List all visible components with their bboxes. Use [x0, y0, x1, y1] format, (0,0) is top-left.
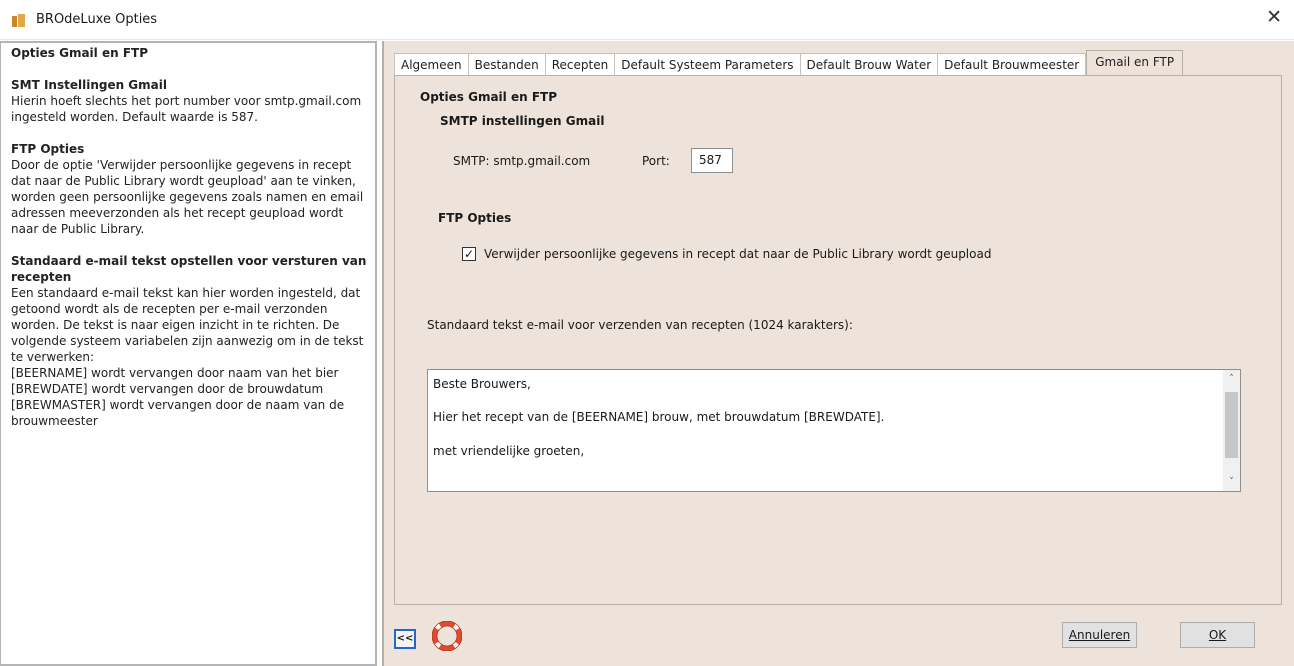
- help-ftp-title: FTP Opties: [11, 142, 85, 156]
- email-text-area[interactable]: Beste Brouwers, Hier het recept van de […: [427, 369, 1241, 492]
- remove-personal-data-label[interactable]: Verwijder persoonlijke gegevens in recep…: [484, 247, 991, 261]
- help-ftp-line: Door de optie 'Verwijder persoonlijke ge…: [11, 158, 352, 172]
- window-title: BROdeLuxe Opties: [36, 12, 158, 27]
- email-line: met vriendelijke groeten,: [433, 444, 585, 458]
- smtp-section-title: SMTP instellingen Gmail: [440, 114, 605, 128]
- tab-page-gmail-ftp: Opties Gmail en FTP SMTP instellingen Gm…: [394, 75, 1282, 605]
- email-line: Hier het recept van de [BEERNAME] brouw,…: [433, 410, 885, 424]
- smtp-server-label: SMTP: smtp.gmail.com: [453, 154, 591, 168]
- port-input[interactable]: 587: [691, 148, 733, 173]
- email-scrollbar[interactable]: ˄ ˅: [1223, 370, 1240, 491]
- app-icon: [12, 14, 26, 27]
- help-smt-line: ingesteld worden. Default waarde is 587.: [11, 110, 258, 124]
- remove-personal-data-checkbox[interactable]: ✓: [462, 247, 476, 261]
- tab-default-brouwmeester[interactable]: Default Brouwmeester: [938, 53, 1087, 75]
- help-mail-line: [BREWMASTER] wordt vervangen door de naa…: [11, 398, 345, 412]
- tab-bestanden[interactable]: Bestanden: [468, 53, 546, 75]
- close-icon[interactable]: ✕: [1266, 8, 1282, 27]
- help-mail-title-cont: recepten: [11, 270, 72, 284]
- help-mail-title: Standaard e-mail tekst opstellen voor ve…: [11, 254, 367, 268]
- scroll-down-icon[interactable]: ˅: [1223, 473, 1240, 491]
- ftp-section-title: FTP Opties: [438, 211, 512, 225]
- options-panel: Algemeen Bestanden Recepten Default Syst…: [382, 41, 1294, 666]
- lifebuoy-icon[interactable]: [432, 621, 462, 651]
- tab-bar: Algemeen Bestanden Recepten Default Syst…: [394, 50, 1184, 75]
- help-mail-line: [BREWDATE] wordt vervangen door de brouw…: [11, 382, 324, 396]
- help-mail-line: worden. De tekst is naar eigen inzicht i…: [11, 318, 340, 332]
- scroll-up-icon[interactable]: ˄: [1223, 370, 1240, 388]
- help-panel: Opties Gmail en FTP SMT Instellingen Gma…: [0, 41, 377, 666]
- cancel-button[interactable]: Annuleren: [1062, 622, 1137, 648]
- help-ftp-line: dat naar de Public Library wordt geuploa…: [11, 174, 356, 188]
- help-ftp-line: worden geen persoonlijke gegevens zoals …: [11, 190, 364, 204]
- email-line: Beste Brouwers,: [433, 377, 531, 391]
- help-ftp-line: adressen meeverzonden als het recept geu…: [11, 206, 344, 220]
- collapse-help-button[interactable]: <<: [394, 629, 416, 649]
- help-smt-line: Hierin hoeft slechts het port number voo…: [11, 94, 362, 108]
- tab-recepten[interactable]: Recepten: [545, 53, 616, 75]
- help-mail-line: brouwmeester: [11, 414, 98, 428]
- help-mail-line: volgende systeem variabelen zijn aanwezi…: [11, 334, 364, 348]
- help-mail-line: te verwerken:: [11, 350, 95, 364]
- section-title: Opties Gmail en FTP: [420, 90, 557, 104]
- scroll-thumb[interactable]: [1225, 392, 1238, 458]
- help-mail-line: getoond wordt als de recepten per e-mail…: [11, 302, 328, 316]
- tab-algemeen[interactable]: Algemeen: [394, 53, 469, 75]
- port-label: Port:: [642, 154, 670, 168]
- help-title: Opties Gmail en FTP: [11, 46, 148, 60]
- email-text-label: Standaard tekst e-mail voor verzenden va…: [427, 318, 853, 332]
- help-mail-line: [BEERNAME] wordt vervangen door naam van…: [11, 366, 339, 380]
- title-bar: BROdeLuxe Opties ✕: [0, 0, 1294, 40]
- help-mail-line: Een standaard e-mail tekst kan hier word…: [11, 286, 361, 300]
- ok-button[interactable]: OK: [1180, 622, 1255, 648]
- tab-default-brouw-water[interactable]: Default Brouw Water: [800, 53, 939, 75]
- tab-gmail-en-ftp[interactable]: Gmail en FTP: [1086, 50, 1184, 75]
- help-smt-title: SMT Instellingen Gmail: [11, 78, 167, 92]
- tab-default-systeem-parameters[interactable]: Default Systeem Parameters: [615, 53, 801, 75]
- help-ftp-line: naar de Public Library.: [11, 222, 145, 236]
